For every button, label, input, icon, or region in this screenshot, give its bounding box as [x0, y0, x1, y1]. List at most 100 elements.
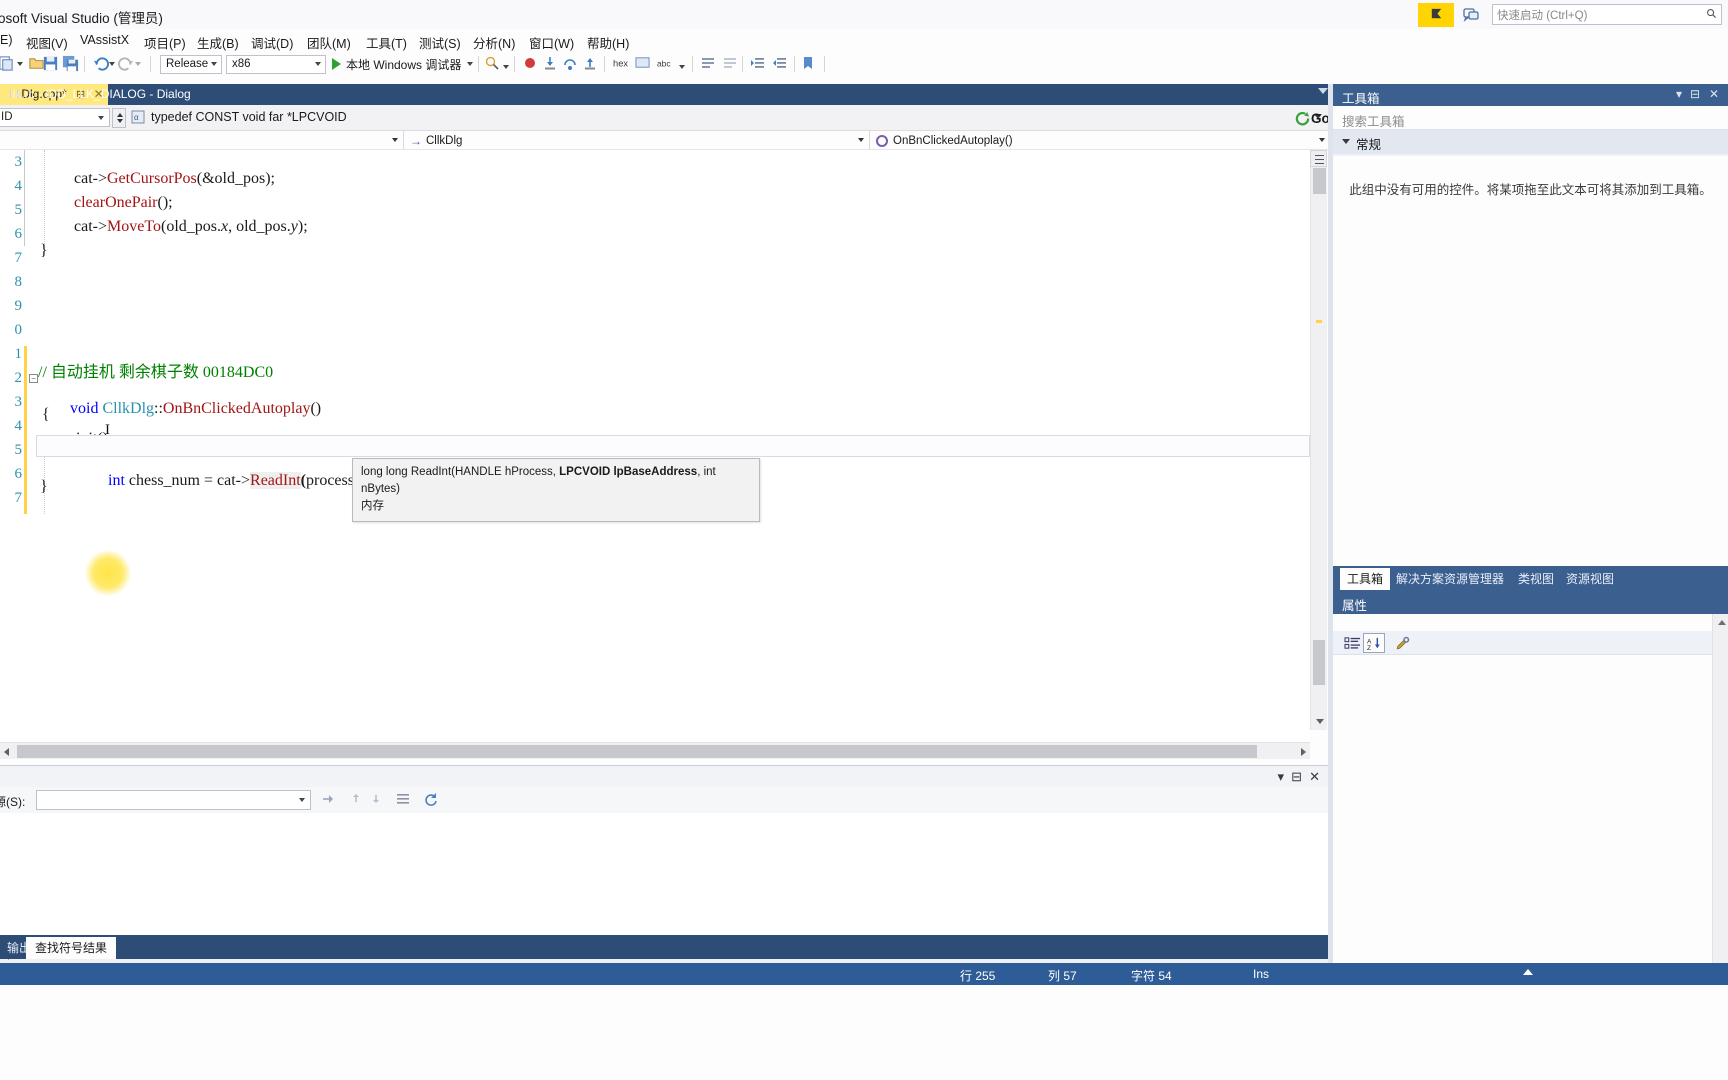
nav-class-select[interactable]: → CllkDlg	[404, 131, 870, 150]
bottom-dock-tab-strip: 输出 查找符号结果	[0, 935, 1332, 959]
redo-dropdown-icon[interactable]	[134, 55, 142, 73]
code-line-init: init();	[0, 412, 112, 447]
tab-resource-view[interactable]: 资源视图	[1559, 569, 1621, 590]
toolbox-close-icon[interactable]: ✕	[1709, 87, 1719, 101]
toolbox-search-input[interactable]: 搜索工具箱	[1333, 106, 1728, 130]
toolbox-dropdown-icon[interactable]: ▾	[1676, 87, 1682, 101]
tooltip-description: 内存	[361, 500, 384, 512]
scroll-right-arrow-icon[interactable]	[1301, 748, 1306, 756]
bookmark-icon[interactable]	[800, 55, 818, 73]
code-line: cat->GetCursorPos(&old_pos);	[74, 170, 275, 187]
comment-selection-icon[interactable]	[700, 55, 718, 73]
start-debugging-button[interactable]: 本地 Windows 调试器	[332, 54, 474, 74]
svg-text:Z: Z	[1367, 645, 1371, 651]
hex-display-icon[interactable]: hex	[612, 55, 630, 73]
next-match-icon[interactable]	[368, 791, 386, 809]
list-icon[interactable]	[395, 791, 413, 809]
new-project-dropdown-icon[interactable]	[16, 55, 24, 73]
property-pages-icon[interactable]	[1391, 633, 1413, 653]
find-source-select[interactable]	[36, 790, 311, 810]
editor-scroll-thumb[interactable]	[1313, 168, 1326, 194]
abc-sort-icon[interactable]: abc	[656, 55, 674, 73]
nav-member-select[interactable]: OnBnClickedAutoplay()	[870, 131, 1330, 150]
tooltip-signature: long long ReadInt(HANDLE hProcess, LPCVO…	[361, 464, 751, 498]
find-icon[interactable]	[484, 55, 502, 73]
refresh-search-icon[interactable]	[423, 791, 441, 809]
tab-strip-dropdown-icon[interactable]	[1318, 88, 1328, 94]
quick-launch-input[interactable]: 快速启动 (Ctrl+Q)	[1492, 4, 1722, 25]
memory-window-icon[interactable]	[634, 55, 652, 73]
find-panel-header: ▾ ⊟ ✕	[0, 766, 1328, 787]
chevron-down-icon	[1342, 139, 1350, 144]
editor-hscroll-thumb[interactable]	[17, 745, 1257, 758]
scrollbar-change-marker	[1316, 320, 1322, 323]
editor-split-button[interactable]	[1310, 150, 1327, 167]
find-dropdown-icon[interactable]	[502, 55, 510, 73]
function-name-readint: ReadInt	[250, 472, 301, 489]
new-project-icon[interactable]	[0, 55, 16, 73]
code-line-function-decl: void CllkDlg::OnBnClickedAutoplay()	[70, 400, 322, 417]
notification-flag-icon[interactable]	[1418, 2, 1454, 27]
properties-vertical-scrollbar[interactable]	[1712, 614, 1728, 963]
decrease-indent-icon[interactable]	[772, 55, 790, 73]
menu-item-vassistx[interactable]: VAssistX	[76, 31, 133, 49]
menu-item-edit[interactable]: E)	[0, 31, 17, 49]
solution-configuration-select[interactable]: Release	[160, 55, 222, 74]
scroll-left-arrow-icon[interactable]	[4, 748, 9, 756]
vassistx-go-label: Go	[1311, 110, 1330, 126]
nav-project-select[interactable]	[0, 131, 404, 150]
window-title: osoft Visual Studio (管理员)	[0, 11, 163, 26]
step-over-icon[interactable]	[562, 55, 580, 73]
find-source-label: 源(S):	[0, 795, 26, 809]
scroll-up-arrow-icon[interactable]	[1713, 614, 1728, 631]
scope-resolution: ::	[154, 400, 163, 417]
toolbox-group-general[interactable]: 常规	[1333, 130, 1728, 154]
step-out-icon[interactable]	[582, 55, 600, 73]
svg-text:α: α	[134, 113, 139, 122]
code-editor[interactable]: 3 4 5 6 7 8 9 0 1 2 3 4 5 6 7 − cat->Get…	[0, 150, 1310, 744]
prev-match-icon[interactable]	[348, 791, 366, 809]
alphabetical-sort-icon[interactable]: A Z	[1363, 633, 1385, 653]
vassistx-spinner[interactable]	[112, 108, 126, 128]
find-panel-close-icon[interactable]: ✕	[1309, 769, 1320, 785]
toolbox-pin-icon[interactable]: ⊟	[1690, 87, 1700, 101]
tooltip-current-param: LPCVOID lpBaseAddress	[559, 466, 698, 478]
undo-dropdown-icon[interactable]	[108, 55, 116, 73]
scroll-down-arrow-icon[interactable]	[1311, 713, 1328, 730]
tab-find-symbol-results[interactable]: 查找符号结果	[26, 937, 117, 959]
save-all-icon[interactable]	[62, 55, 80, 73]
collapse-region-toggle[interactable]: −	[29, 374, 38, 383]
vassistx-scope-select[interactable]: ID	[0, 108, 110, 127]
tab-llk-rc-dialog[interactable]: llk.rc - IDD_LLK_DIALOG - Dialog	[0, 84, 201, 105]
go-to-icon[interactable]	[320, 791, 338, 809]
toggle-breakpoint-icon[interactable]	[522, 55, 540, 73]
toolbox-empty-message: 此组中没有可用的控件。将某项拖至此文本可将其添加到工具箱。	[1349, 183, 1712, 197]
quick-launch-placeholder: 快速启动 (Ctrl+Q)	[1497, 9, 1588, 22]
right-tool-dock: 工具箱 ▾ ⊟ ✕ 搜索工具箱 常规 此组中没有可用的控件。将某项拖至此文本可将…	[1333, 84, 1728, 963]
increase-indent-icon[interactable]	[750, 55, 768, 73]
editor-horizontal-scrollbar[interactable]	[0, 742, 1310, 759]
categorized-view-icon[interactable]	[1341, 633, 1363, 653]
tab-solution-explorer[interactable]: 解决方案资源管理器	[1389, 569, 1511, 590]
feedback-icon[interactable]	[1458, 3, 1484, 27]
dock-scroll-thumb[interactable]	[1313, 640, 1325, 685]
find-panel-pin-icon[interactable]: ⊟	[1291, 769, 1302, 785]
status-col: 列 57	[1048, 969, 1077, 983]
vassistx-bar: ID α typedef CONST void far *LPCVOID	[0, 105, 1332, 131]
status-bar: 行 255 列 57 字符 54 Ins	[0, 963, 1728, 985]
step-into-icon[interactable]	[542, 55, 560, 73]
abc-dropdown-icon[interactable]	[678, 55, 686, 73]
code-line: }	[40, 242, 48, 259]
solution-platform-select[interactable]: x86	[226, 55, 326, 74]
arrow-up-icon[interactable]	[1523, 969, 1533, 975]
uncomment-selection-icon[interactable]	[722, 55, 740, 73]
tab-toolbox[interactable]: 工具箱	[1340, 568, 1391, 590]
toolbox-group-label: 常规	[1356, 138, 1382, 152]
toolbox-empty-area[interactable]: 此组中没有可用的控件。将某项拖至此文本可将其添加到工具箱。	[1333, 156, 1728, 566]
find-panel-dropdown-icon[interactable]: ▾	[1277, 769, 1284, 785]
save-icon[interactable]	[42, 55, 60, 73]
toolbox-search-placeholder: 搜索工具箱	[1342, 115, 1405, 129]
tab-class-view[interactable]: 类视图	[1511, 569, 1561, 590]
keyword-int: int	[108, 472, 125, 489]
menu-bar: E) 视图(V) VAssistX 项目(P) 生成(B) 调试(D) 团队(M…	[0, 29, 1728, 51]
